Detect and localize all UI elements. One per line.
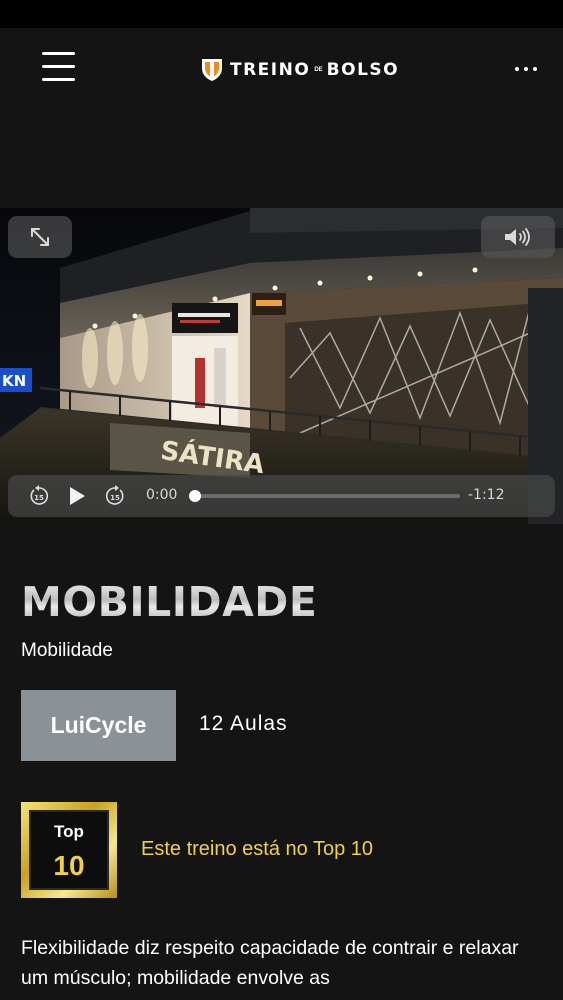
skip-forward-15-icon[interactable]: 15 — [104, 485, 126, 507]
skip-back-label: 15 — [34, 494, 44, 502]
top10-badge-number: 10 — [53, 850, 85, 881]
brand-logo: TREINO DE BOLSO — [200, 56, 399, 84]
top10-badge: Top 10 — [21, 802, 117, 898]
remaining-time: -1:12 — [468, 487, 505, 503]
more-options-icon[interactable] — [512, 64, 542, 74]
workout-title: MOBILIDADE — [21, 578, 318, 626]
play-icon[interactable] — [66, 485, 88, 507]
volume-icon — [505, 228, 530, 246]
skip-back-15-icon[interactable]: 15 — [28, 485, 50, 507]
workout-description: Flexibilidade diz respeito capacidade de… — [21, 937, 519, 989]
svg-text:KN: KN — [2, 372, 26, 390]
video-player[interactable]: SÁTIRA KN 15 15 0:00 -1:12 — [0, 208, 563, 524]
progress-scrubber[interactable] — [189, 490, 460, 502]
menu-icon[interactable] — [42, 52, 76, 84]
volume-button[interactable] — [481, 216, 555, 258]
lessons-count: 12 Aulas — [199, 712, 288, 735]
fullscreen-button[interactable] — [8, 216, 72, 258]
brand-word-left: TREINO — [230, 60, 311, 80]
video-control-bar: 15 15 0:00 -1:12 — [8, 475, 555, 517]
status-bar — [0, 0, 563, 28]
teacher-button[interactable]: LuiCycle — [21, 690, 176, 761]
top10-badge-label: Top — [54, 822, 84, 841]
brand-word-mid: DE — [314, 67, 323, 73]
current-time: 0:00 — [146, 487, 178, 503]
workout-category: Mobilidade — [21, 640, 113, 661]
app-header: TREINO DE BOLSO — [0, 28, 563, 112]
top10-message: Este treino está no Top 10 — [141, 838, 374, 860]
skip-forward-label: 15 — [110, 494, 120, 502]
brand-word-right: BOLSO — [326, 60, 400, 80]
expand-icon — [31, 228, 49, 246]
shield-logo-icon — [202, 59, 222, 81]
scrubber-knob[interactable] — [189, 490, 201, 502]
